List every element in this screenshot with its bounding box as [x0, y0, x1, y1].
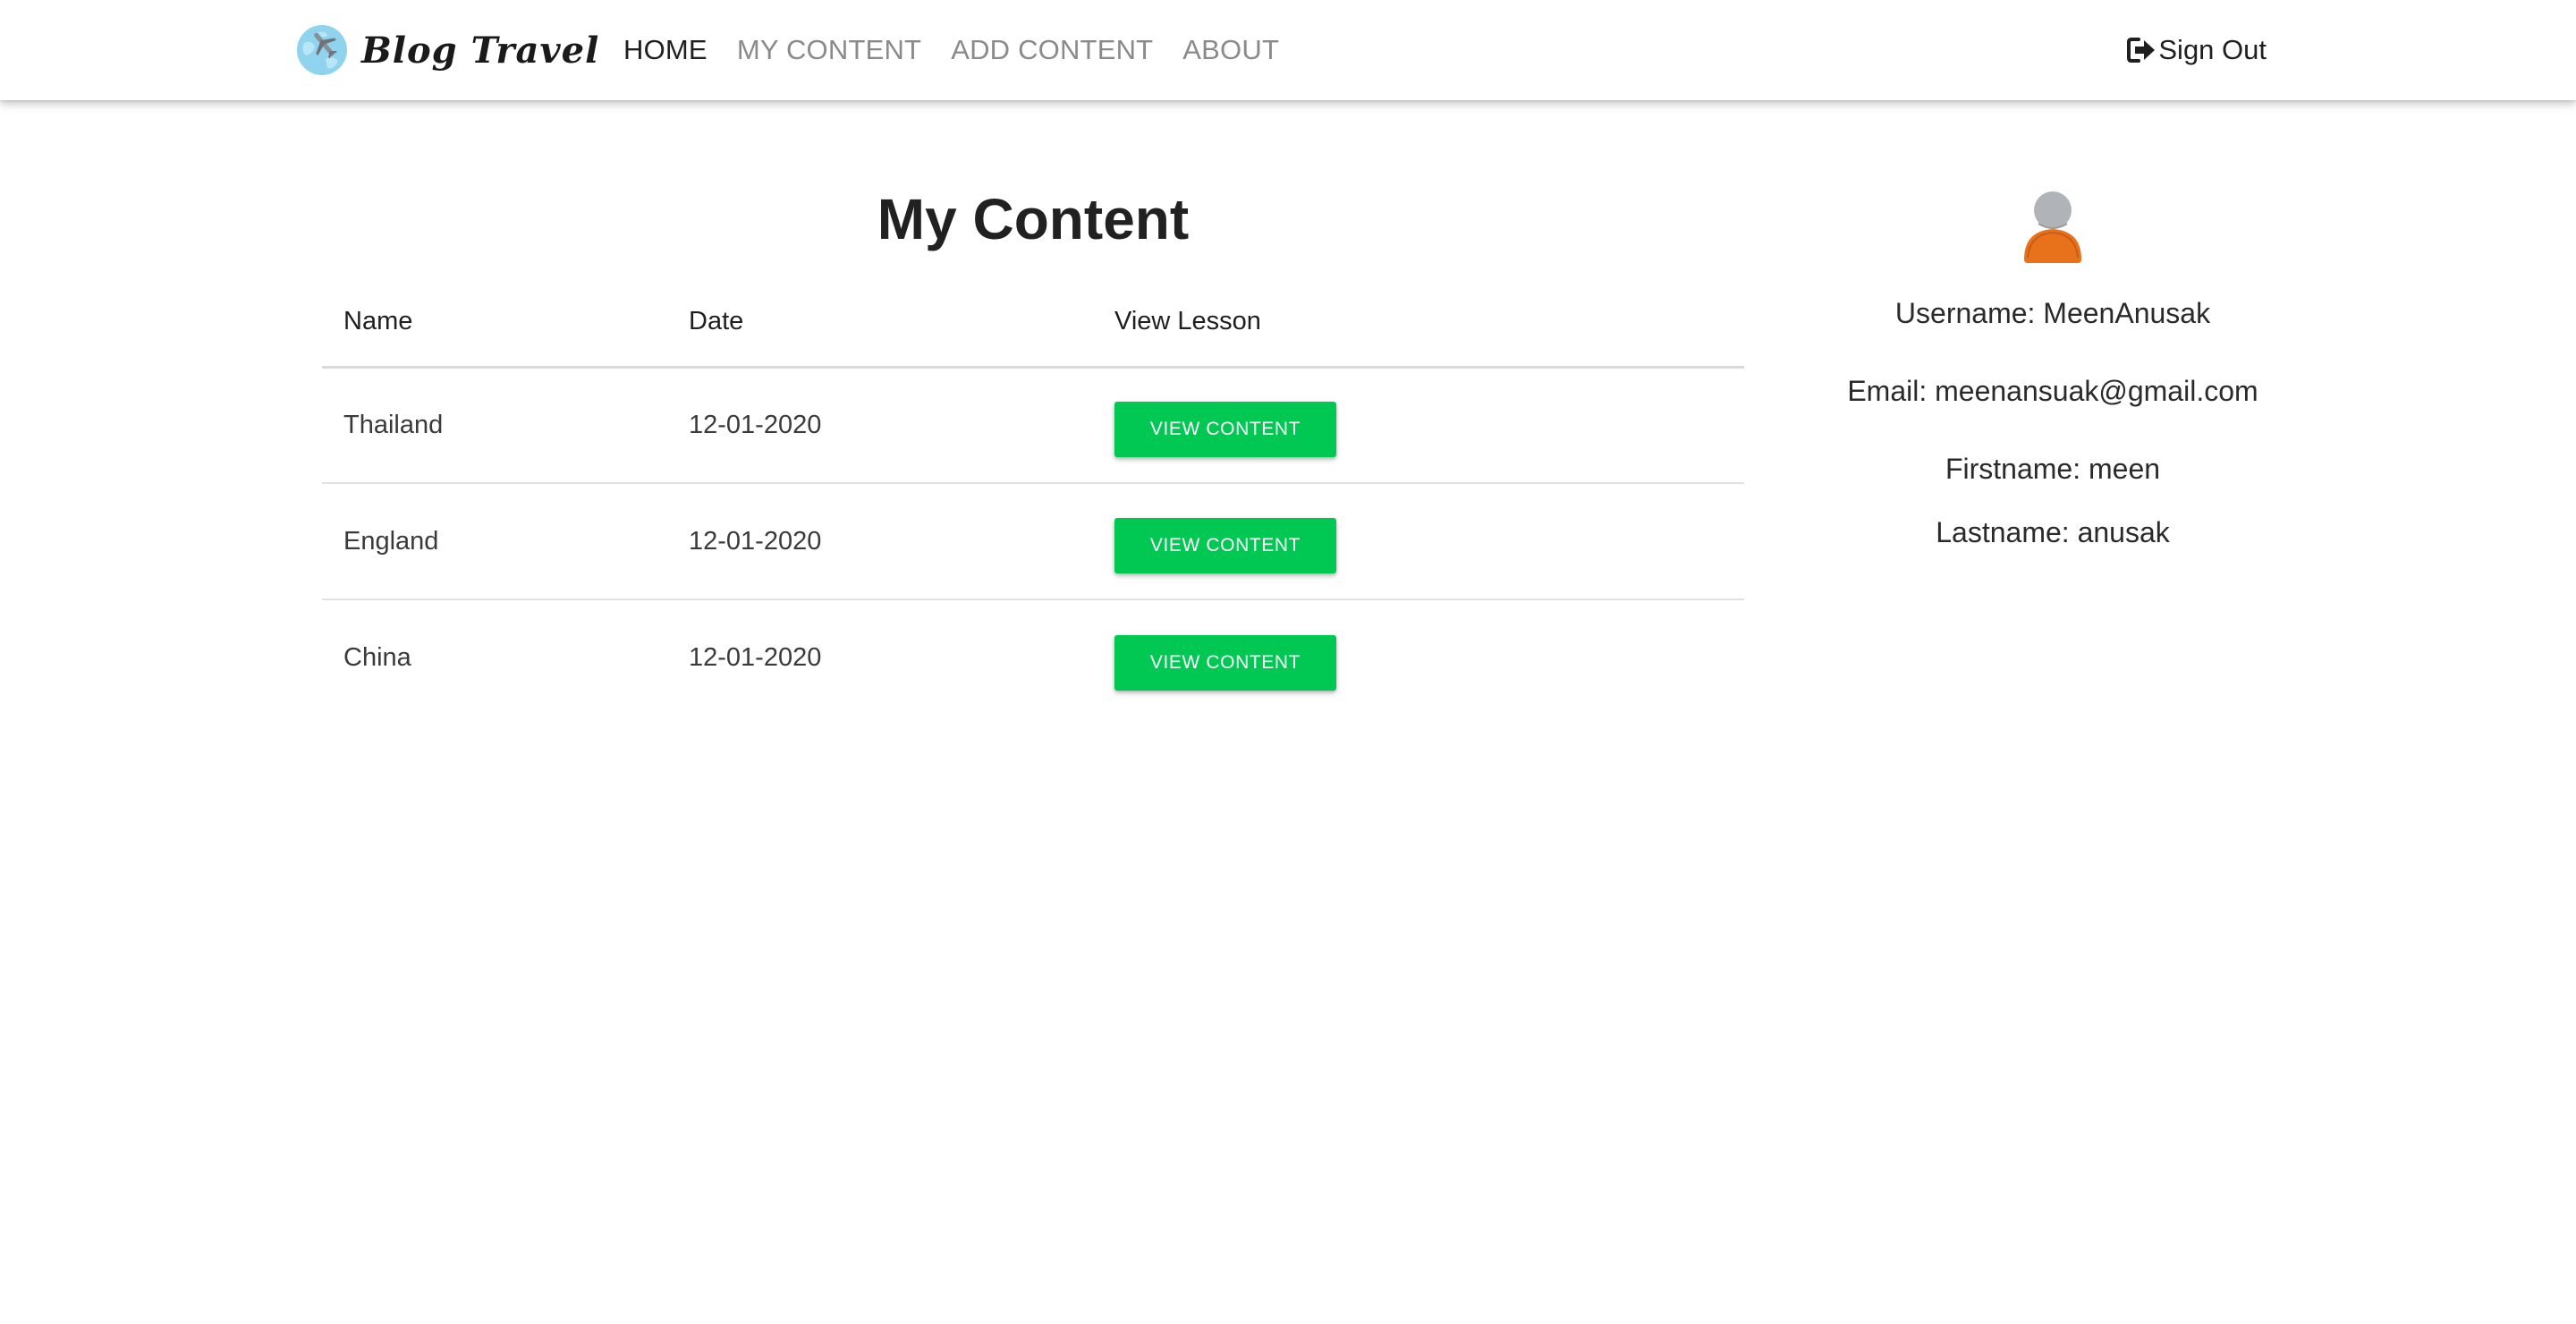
row-name: England: [322, 483, 667, 600]
sign-out-icon: [2127, 38, 2156, 63]
brand-name: Blog Travel: [361, 29, 600, 72]
row-name: China: [343, 643, 411, 672]
nav-link-about[interactable]: ABOUT: [1182, 34, 1279, 66]
profile-username: Username: MeenAnusak: [1894, 297, 2211, 329]
profile-panel: Username: MeenAnusak Email: meenansuak@g…: [1744, 188, 2361, 549]
globe-airplane-logo-icon: [297, 25, 347, 75]
brand[interactable]: Blog Travel: [295, 23, 599, 77]
nav-link-add-content[interactable]: ADD CONTENT: [951, 34, 1153, 66]
table-header-row: Name Date View Lesson: [322, 277, 1744, 369]
table-row: China 12-01-2020 VIEW CONTENT: [322, 599, 1744, 716]
row-action: VIEW CONTENT: [1093, 599, 1744, 716]
main-nav: HOME MY CONTENT ADD CONTENT ABOUT: [623, 0, 1309, 100]
row-date: 12-01-2020: [689, 643, 822, 672]
column-header-date: Date: [667, 277, 1093, 369]
nav-link-my-content[interactable]: MY CONTENT: [737, 34, 921, 66]
row-date: 12-01-2020: [667, 483, 1093, 600]
top-navbar: Blog Travel HOME MY CONTENT ADD CONTENT …: [0, 0, 2576, 100]
profile-firstname: Firstname: meen: [1945, 453, 2161, 485]
profile-lastname: Lastname: anusak: [1936, 516, 2170, 548]
table-row: England 12-01-2020 VIEW CONTENT: [322, 483, 1744, 600]
row-date: 12-01-2020: [667, 367, 1093, 484]
view-content-button[interactable]: VIEW CONTENT: [1114, 518, 1336, 573]
column-header-view-lesson: View Lesson: [1093, 277, 1744, 369]
row-name: Thailand: [322, 367, 667, 484]
content-table: Name Date View Lesson Thailand 12-01-202…: [322, 277, 1744, 716]
nav-link-home[interactable]: HOME: [623, 34, 708, 66]
table-row: Thailand 12-01-2020 VIEW CONTENT: [322, 367, 1744, 484]
row-action: VIEW CONTENT: [1093, 367, 1744, 484]
user-avatar-icon: [2024, 191, 2081, 263]
view-content-button[interactable]: VIEW CONTENT: [1114, 402, 1336, 458]
sign-out-label: Sign Out: [2158, 34, 2267, 65]
column-header-name: Name: [322, 277, 667, 369]
sign-out-button[interactable]: Sign Out: [2127, 0, 2267, 100]
page-title: My Content: [877, 187, 1190, 251]
view-content-button[interactable]: VIEW CONTENT: [1114, 634, 1336, 691]
row-action: VIEW CONTENT: [1093, 483, 1744, 600]
profile-email: Email: meenansuak@gmail.com: [1847, 375, 2258, 407]
